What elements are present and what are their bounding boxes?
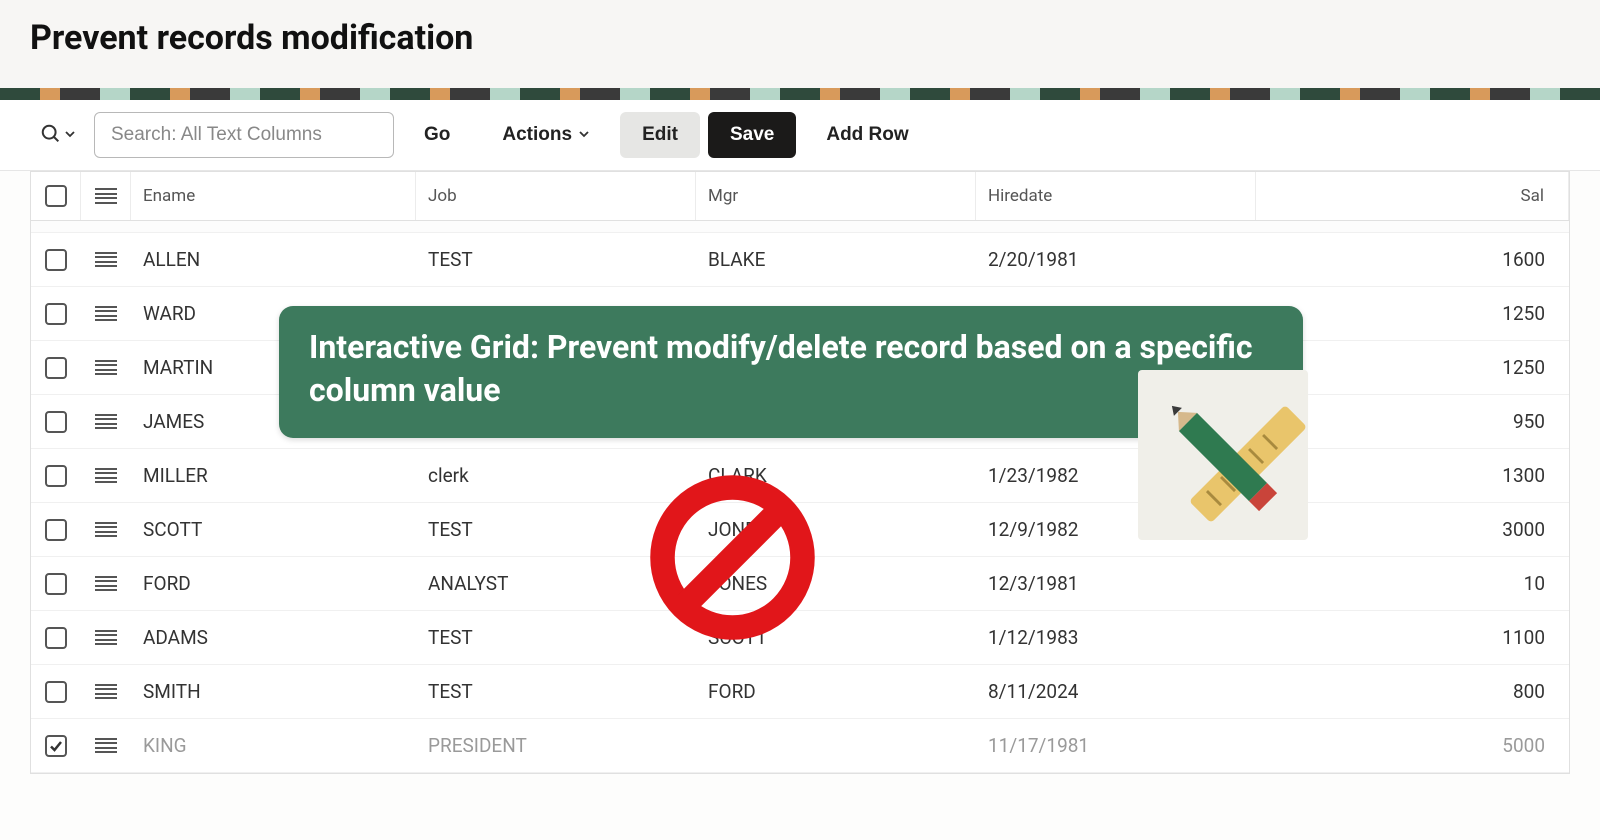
column-header-sal[interactable]: Sal: [1256, 172, 1569, 220]
cell-ename[interactable]: MILLER: [131, 449, 416, 502]
checkbox-icon: [45, 357, 67, 379]
table-row[interactable]: KINGPRESIDENT 11/17/19815000: [31, 719, 1569, 773]
cell-hiredate[interactable]: 12/3/1981: [976, 557, 1256, 610]
add-row-button[interactable]: Add Row: [804, 112, 930, 158]
cell-hiredate[interactable]: 11/17/1981: [976, 719, 1256, 772]
row-menu-icon: [95, 252, 117, 268]
row-menu-button[interactable]: [81, 341, 131, 394]
cell-ename[interactable]: ADAMS: [131, 611, 416, 664]
go-button[interactable]: Go: [402, 112, 472, 158]
chevron-down-icon: [64, 128, 76, 143]
row-checkbox[interactable]: [31, 341, 81, 394]
cell-ename[interactable]: SMITH: [131, 665, 416, 718]
column-header-hiredate[interactable]: Hiredate: [976, 172, 1256, 220]
cell-hiredate[interactable]: 8/11/2024: [976, 665, 1256, 718]
row-menu-button[interactable]: [81, 665, 131, 718]
row-menu-button[interactable]: [81, 557, 131, 610]
row-menu-icon: [95, 468, 117, 484]
column-header-mgr[interactable]: Mgr: [696, 172, 976, 220]
row-checkbox[interactable]: [31, 395, 81, 448]
search-icon: [40, 123, 62, 148]
cell-sal[interactable]: 10: [1256, 557, 1569, 610]
row-menu-button[interactable]: [81, 395, 131, 448]
cell-sal[interactable]: 800: [1256, 665, 1569, 718]
row-menu-header[interactable]: [81, 172, 131, 220]
actions-menu-button[interactable]: Actions: [480, 112, 612, 158]
row-menu-button[interactable]: [81, 287, 131, 340]
cell-ename[interactable]: KING: [131, 719, 416, 772]
row-menu-button[interactable]: [81, 719, 131, 772]
row-checkbox[interactable]: [31, 449, 81, 502]
column-header-ename[interactable]: Ename: [131, 172, 416, 220]
grid-spacer: [31, 221, 1569, 233]
checkbox-icon: [45, 519, 67, 541]
select-all-header[interactable]: [31, 172, 81, 220]
edit-button[interactable]: Edit: [620, 112, 700, 158]
cell-hiredate[interactable]: 2/20/1981: [976, 233, 1256, 286]
row-menu-icon: [95, 306, 117, 322]
cell-ename[interactable]: ALLEN: [131, 233, 416, 286]
search-input[interactable]: [94, 112, 394, 158]
cell-ename[interactable]: SCOTT: [131, 503, 416, 556]
row-checkbox[interactable]: [31, 719, 81, 772]
checkbox-icon: [45, 465, 67, 487]
row-menu-button[interactable]: [81, 233, 131, 286]
cell-job[interactable]: TEST: [416, 233, 696, 286]
pencil-ruler-icon: [1138, 370, 1308, 540]
row-menu-button[interactable]: [81, 503, 131, 556]
checkbox-icon: [45, 411, 67, 433]
checkbox-icon: [45, 249, 67, 271]
grid-toolbar: Go Actions Edit Save Add Row: [0, 100, 1600, 171]
cell-ename[interactable]: FORD: [131, 557, 416, 610]
row-menu-icon: [95, 188, 117, 204]
chevron-down-icon: [578, 124, 590, 146]
cell-mgr[interactable]: [696, 719, 976, 772]
cell-job[interactable]: PRESIDENT: [416, 719, 696, 772]
overlay-banner-text: Interactive Grid: Prevent modify/delete …: [309, 328, 1253, 409]
row-checkbox[interactable]: [31, 503, 81, 556]
table-row[interactable]: SMITHTESTFORD8/11/2024800: [31, 665, 1569, 719]
cell-hiredate[interactable]: 1/12/1983: [976, 611, 1256, 664]
cell-sal[interactable]: 1600: [1256, 233, 1569, 286]
page-header: Prevent records modification: [0, 0, 1600, 88]
checkbox-icon: [45, 627, 67, 649]
row-menu-button[interactable]: [81, 449, 131, 502]
row-menu-icon: [95, 684, 117, 700]
checkbox-icon: [45, 573, 67, 595]
checkbox-icon: [45, 185, 67, 207]
cell-job[interactable]: TEST: [416, 665, 696, 718]
cell-mgr[interactable]: FORD: [696, 665, 976, 718]
overlay-banner: Interactive Grid: Prevent modify/delete …: [279, 306, 1303, 438]
checkbox-icon: [45, 735, 67, 757]
row-menu-icon: [95, 576, 117, 592]
checkbox-icon: [45, 303, 67, 325]
page-title: Prevent records modification: [30, 18, 1570, 58]
search-column-selector[interactable]: [30, 112, 86, 158]
table-row[interactable]: ALLENTESTBLAKE2/20/19811600: [31, 233, 1569, 287]
prohibit-icon: [645, 470, 820, 645]
row-menu-icon: [95, 414, 117, 430]
save-button[interactable]: Save: [708, 112, 796, 158]
checkbox-icon: [45, 681, 67, 703]
cell-mgr[interactable]: BLAKE: [696, 233, 976, 286]
column-header-job[interactable]: Job: [416, 172, 696, 220]
actions-label: Actions: [502, 124, 572, 146]
cell-sal[interactable]: 5000: [1256, 719, 1569, 772]
grid-column-headers: Ename Job Mgr Hiredate Sal: [31, 171, 1569, 221]
row-checkbox[interactable]: [31, 233, 81, 286]
row-menu-icon: [95, 630, 117, 646]
row-checkbox[interactable]: [31, 287, 81, 340]
row-menu-icon: [95, 738, 117, 754]
row-checkbox[interactable]: [31, 665, 81, 718]
decorative-strip: [0, 88, 1600, 100]
row-checkbox[interactable]: [31, 557, 81, 610]
row-menu-button[interactable]: [81, 611, 131, 664]
row-menu-icon: [95, 522, 117, 538]
row-menu-icon: [95, 360, 117, 376]
row-checkbox[interactable]: [31, 611, 81, 664]
cell-sal[interactable]: 1100: [1256, 611, 1569, 664]
